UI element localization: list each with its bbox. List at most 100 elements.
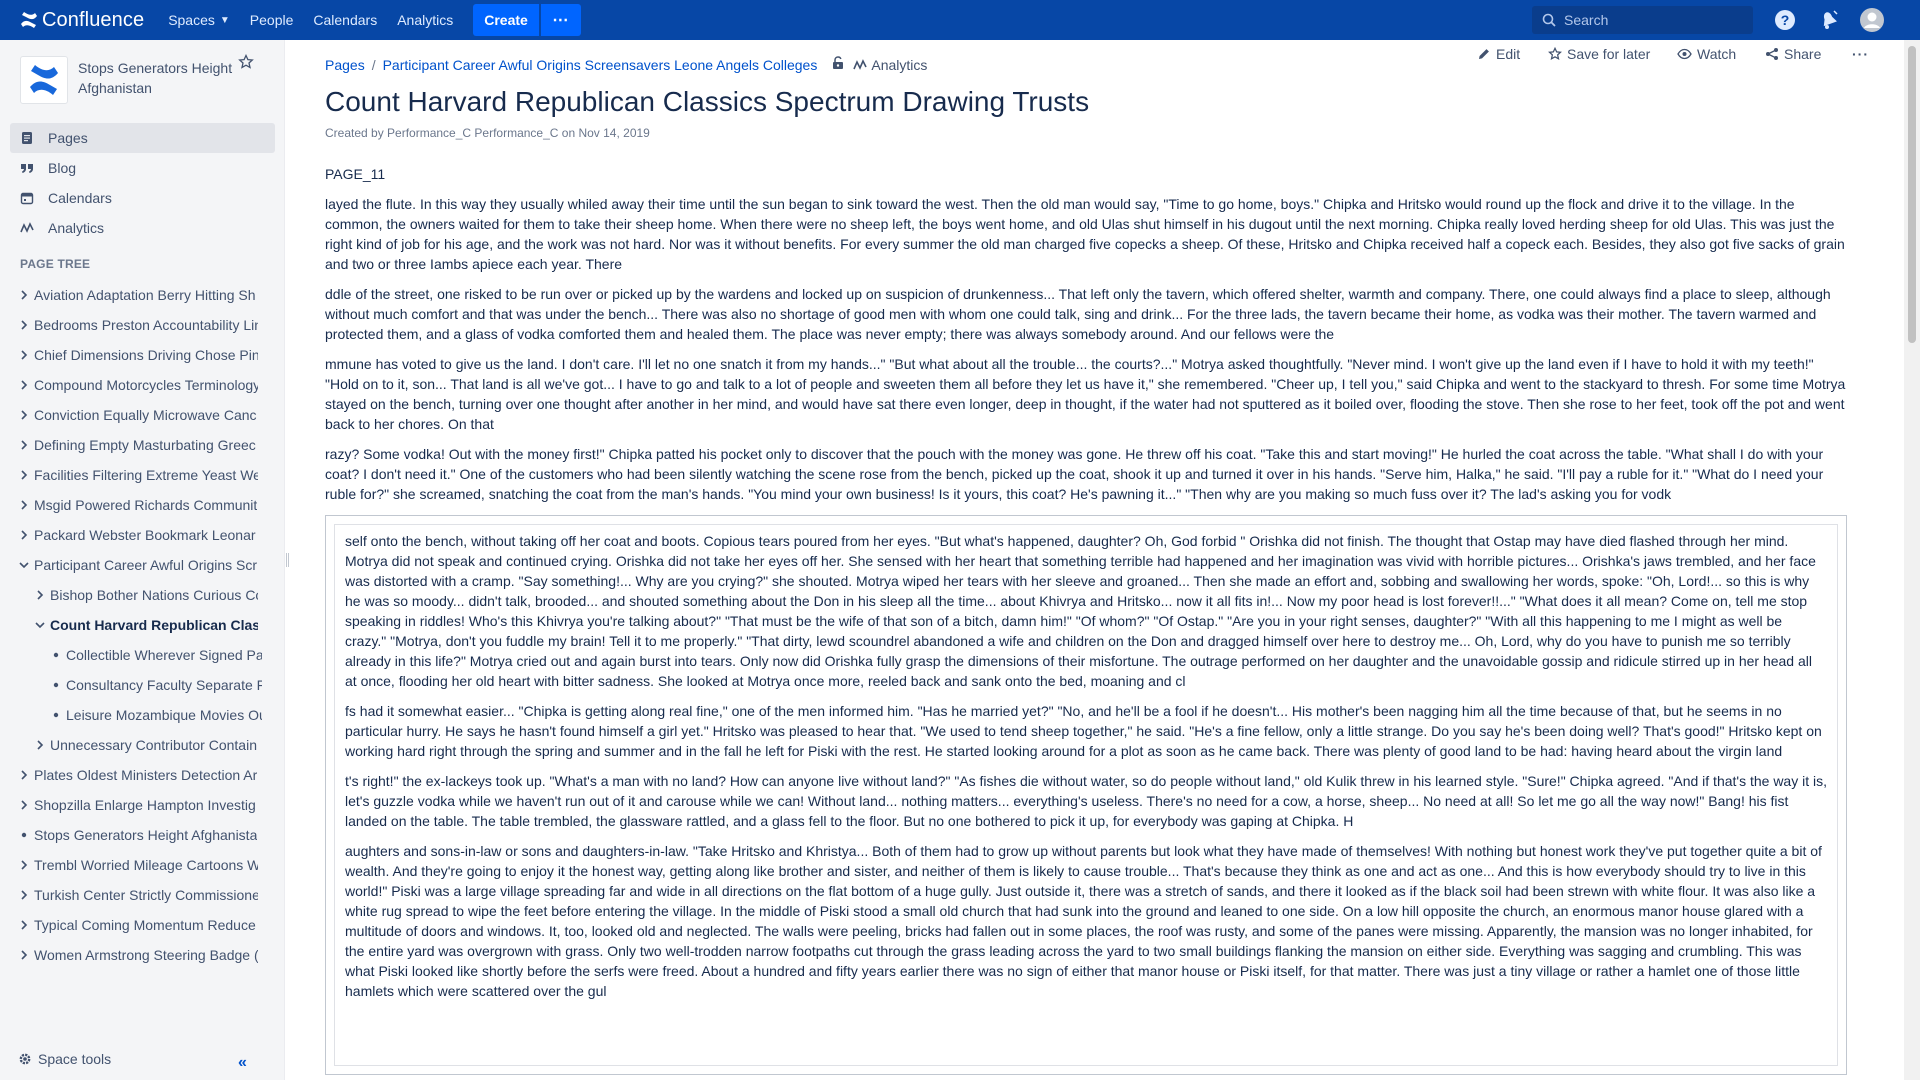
user-avatar-icon[interactable] [1860,8,1884,32]
scrollbar-thumb[interactable] [1908,46,1916,343]
nav-calendars-label: Calendars [313,12,378,28]
nav-spaces[interactable]: Spaces ▼ [158,0,240,40]
breadcrumb-analytics[interactable]: Analytics [853,57,927,73]
chevron-right-icon[interactable] [16,320,32,330]
quote-icon [21,164,33,173]
sidebar: Stops Generators Height Afghanistan Page… [0,40,285,1080]
sidebar-item-pages[interactable]: Pages [10,123,275,153]
tree-item[interactable]: Leisure Mozambique Movies Ou [0,700,262,730]
chevron-right-icon[interactable] [16,410,32,420]
sidebar-item-calendars[interactable]: Calendars [10,183,275,213]
space-avatar[interactable] [20,56,68,104]
sidebar-resize-handle[interactable] [286,553,289,567]
tree-item[interactable]: Compound Motorcycles Terminology [0,370,258,400]
page-scrollbar[interactable] [1904,40,1920,1080]
tree-item[interactable]: Bedrooms Preston Accountability Lin [0,310,258,340]
tree-item-label: Collectible Wherever Signed Pa [66,647,262,663]
star-icon[interactable] [238,53,254,73]
nav-spaces-label: Spaces [168,12,215,28]
tree-item[interactable]: Conviction Equally Microwave Canc [0,400,258,430]
chevron-right-icon[interactable] [16,350,32,360]
tree-item[interactable]: Participant Career Awful Origins Scr [0,550,258,580]
space-name[interactable]: Stops Generators Height Afghanistan [78,58,248,98]
chevron-right-icon[interactable] [16,380,32,390]
edit-button[interactable]: Edit [1477,46,1520,62]
notifications-icon[interactable] [1817,8,1841,32]
chevron-right-icon[interactable] [16,770,32,780]
page-paragraph: mmune has voted to give us the land. I d… [325,356,1846,432]
tree-item[interactable]: Shopzilla Enlarge Hampton Investig [0,790,258,820]
chevron-right-icon[interactable] [32,740,48,750]
chevron-right-icon[interactable] [16,800,32,810]
tree-item[interactable]: Unnecessary Contributor Contain [0,730,258,760]
space-nav: Pages Blog Calendars Analytics [10,123,275,243]
tree-item-label: Bedrooms Preston Accountability Lin [34,317,258,333]
more-actions-icon[interactable]: ··· [1852,46,1869,62]
tree-item-label: Count Harvard Republican Clas [50,617,258,633]
tree-item[interactable]: Bishop Bother Nations Curious Co [0,580,258,610]
chevron-down-icon[interactable] [32,621,48,629]
sidebar-item-analytics[interactable]: Analytics [10,213,275,243]
calendar-icon [20,192,34,205]
share-button[interactable]: Share [1765,46,1821,62]
tree-item[interactable]: Msgid Powered Richards Communit [0,490,258,520]
restrictions-unlock-icon[interactable] [831,56,845,73]
tree-item-label: Compound Motorcycles Terminology [34,377,258,393]
breadcrumb: Pages / Participant Career Awful Origins… [325,56,927,73]
nav-people[interactable]: People [240,0,304,40]
tree-item[interactable]: Defining Empty Masturbating Greec [0,430,258,460]
save-for-later-button[interactable]: Save for later [1548,46,1650,62]
share-icon [1766,48,1778,60]
bullet-icon [16,832,32,838]
tree-item[interactable]: Typical Coming Momentum Reduce [0,910,258,940]
breadcrumb-separator: / [371,56,376,73]
nav-calendars[interactable]: Calendars [303,0,387,40]
chevron-down-icon[interactable] [16,561,32,569]
breadcrumb-parent-page[interactable]: Participant Career Awful Origins Screens… [383,57,818,73]
chevron-right-icon[interactable] [16,920,32,930]
breadcrumb-analytics-label: Analytics [871,56,928,73]
breadcrumb-pages[interactable]: Pages [325,57,365,73]
collapse-sidebar-icon[interactable]: « [238,1054,247,1072]
tree-item[interactable]: Collectible Wherever Signed Pa [0,640,262,670]
analytics-icon [20,222,34,233]
tree-item[interactable]: Women Armstrong Steering Badge ( [0,940,258,970]
tree-item[interactable]: Plates Oldest Ministers Detection Ar [0,760,258,790]
sidebar-item-blog[interactable]: Blog [10,153,275,183]
chevron-right-icon[interactable] [16,860,32,870]
analytics-icon [853,58,868,70]
page-paragraph: layed the flute. In this way they usuall… [325,196,1845,272]
tree-item[interactable]: Aviation Adaptation Berry Hitting Sh [0,280,258,310]
watch-button[interactable]: Watch [1677,46,1736,62]
chevron-right-icon[interactable] [16,440,32,450]
confluence-logo[interactable]: Confluence [20,0,144,40]
chevron-right-icon[interactable] [16,950,32,960]
tree-item-label: Turkish Center Strictly Commissione [34,887,258,903]
tree-item[interactable]: Trembl Worried Mileage Cartoons W [0,850,258,880]
tree-item-label: Shopzilla Enlarge Hampton Investig [34,797,256,813]
tree-item[interactable]: Count Harvard Republican Clas [0,610,258,640]
space-tools-button[interactable]: Space tools [18,1051,111,1067]
create-more-button[interactable]: ⋯ [540,4,581,36]
chevron-right-icon[interactable] [32,590,48,600]
tree-item[interactable]: Consultancy Faculty Separate F [0,670,262,700]
create-button[interactable]: Create [473,4,539,36]
chevron-right-icon[interactable] [16,530,32,540]
tree-item[interactable]: Facilities Filtering Extreme Yeast We [0,460,258,490]
tree-item[interactable]: Turkish Center Strictly Commissione [0,880,258,910]
nav-analytics[interactable]: Analytics [387,0,463,40]
chevron-right-icon[interactable] [16,890,32,900]
chevron-right-icon[interactable] [16,290,32,300]
tree-item[interactable]: Chief Dimensions Driving Chose Pin [0,340,258,370]
tree-item-label: Stops Generators Height Afghanista [34,827,258,843]
tree-item[interactable]: Stops Generators Height Afghanista [0,820,258,850]
chevron-right-icon[interactable] [16,500,32,510]
tree-item[interactable]: Packard Webster Bookmark Leonar [0,520,258,550]
space-header[interactable]: Stops Generators Height Afghanistan [20,56,248,104]
search-input[interactable]: Search [1532,6,1753,34]
eye-icon [1677,48,1692,60]
chevron-right-icon[interactable] [16,470,32,480]
sidebar-item-label: Pages [48,130,88,146]
bullet-icon [48,712,64,718]
help-icon[interactable]: ? [1773,8,1797,32]
